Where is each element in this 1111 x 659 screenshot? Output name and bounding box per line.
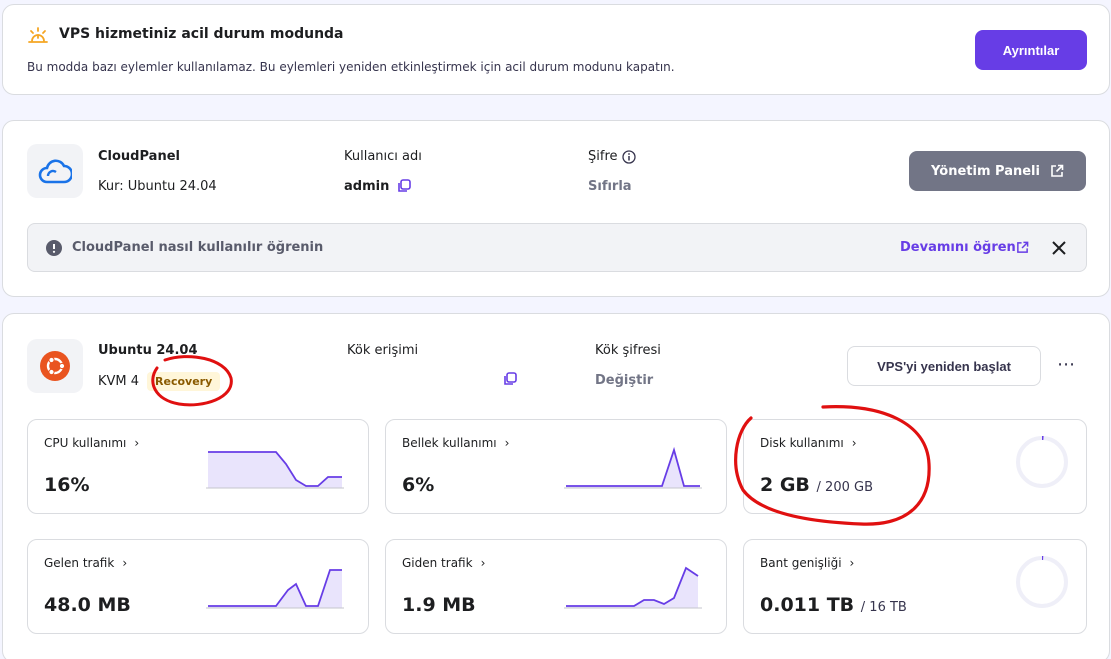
vps-plan: KVM 4 xyxy=(98,374,140,389)
reset-password-link[interactable]: Sıfırla xyxy=(588,179,632,194)
details-button[interactable]: Ayrıntılar xyxy=(975,30,1087,70)
username-label: Kullanıcı adı xyxy=(344,149,422,164)
cloudpanel-card: CloudPanel Kur: Ubuntu 24.04 Kullanıcı a… xyxy=(2,120,1110,297)
admin-panel-label: Yönetim Paneli xyxy=(931,163,1040,179)
cloudpanel-logo xyxy=(27,144,83,198)
bandwidth-ring xyxy=(1016,556,1068,608)
learn-more-link[interactable]: Devamını öğren xyxy=(900,240,1016,255)
root-access-label: Kök erişimi xyxy=(347,343,419,358)
memory-usage-card[interactable]: Bellek kullanımı › 6% xyxy=(385,419,727,514)
cloudpanel-info-bar: CloudPanel nasıl kullanılır öğrenin Deva… xyxy=(27,223,1087,272)
change-root-password-link[interactable]: Değiştir xyxy=(595,373,653,388)
info-icon[interactable] xyxy=(622,150,636,164)
red-annotation-disk xyxy=(734,405,931,526)
chevron-right-icon: › xyxy=(849,556,855,570)
warning-sun-icon xyxy=(28,27,48,43)
chevron-right-icon: › xyxy=(134,436,140,450)
bandwidth-label: Bant genişliği › xyxy=(760,556,855,570)
incoming-sparkline xyxy=(206,569,344,609)
root-copy-icon[interactable] xyxy=(503,372,517,386)
close-icon[interactable] xyxy=(1052,241,1066,255)
admin-panel-button[interactable]: Yönetim Paneli xyxy=(909,151,1086,191)
vps-card: Ubuntu 24.04 KVM 4 Recovery Kök erişimi … xyxy=(2,313,1110,659)
cpu-usage-value: 16% xyxy=(44,474,90,496)
cloud-icon xyxy=(38,159,72,184)
copy-icon[interactable] xyxy=(397,179,411,193)
outgoing-traffic-card[interactable]: Giden trafik › 1.9 MB xyxy=(385,539,727,634)
cloudpanel-install: Kur: Ubuntu 24.04 xyxy=(98,179,217,194)
learn-more-external-icon[interactable] xyxy=(1016,241,1029,254)
memory-sparkline xyxy=(564,446,702,489)
ubuntu-logo xyxy=(27,339,83,393)
restart-vps-button[interactable]: VPS'yi yeniden başlat xyxy=(847,346,1041,386)
disk-usage-ring xyxy=(1016,436,1068,488)
incoming-traffic-value: 48.0 MB xyxy=(44,594,131,616)
memory-usage-label: Bellek kullanımı › xyxy=(402,436,510,450)
root-password-label: Kök şifresi xyxy=(595,343,661,358)
cpu-usage-label: CPU kullanımı › xyxy=(44,436,140,450)
username-value: admin xyxy=(344,179,390,194)
alert-description: Bu modda bazı eylemler kullanılamaz. Bu … xyxy=(27,60,675,74)
alert-title: VPS hizmetiniz acil durum modunda xyxy=(59,26,344,42)
red-annotation-circle xyxy=(151,355,233,407)
ubuntu-icon xyxy=(40,351,70,381)
incoming-traffic-card[interactable]: Gelen trafik › 48.0 MB xyxy=(27,539,369,634)
password-label: Şifre xyxy=(588,149,618,164)
cpu-usage-card[interactable]: CPU kullanımı › 16% xyxy=(27,419,369,514)
chevron-right-icon: › xyxy=(504,436,510,450)
external-link-icon xyxy=(1051,164,1064,177)
chevron-right-icon: › xyxy=(122,556,128,570)
emergency-alert: VPS hizmetiniz acil durum modunda Bu mod… xyxy=(2,4,1110,95)
bandwidth-card[interactable]: Bant genişliği › 0.011 TB / 16 TB xyxy=(743,539,1087,634)
exclamation-icon xyxy=(46,240,62,256)
cloudpanel-name: CloudPanel xyxy=(98,149,180,164)
outgoing-traffic-label: Giden trafik › xyxy=(402,556,486,570)
more-options-icon[interactable]: ⋯ xyxy=(1057,354,1075,375)
info-text: CloudPanel nasıl kullanılır öğrenin xyxy=(72,240,324,255)
cpu-sparkline xyxy=(206,451,344,489)
incoming-traffic-label: Gelen trafik › xyxy=(44,556,128,570)
memory-usage-value: 6% xyxy=(402,474,435,496)
bandwidth-value: 0.011 TB / 16 TB xyxy=(760,594,907,616)
chevron-right-icon: › xyxy=(480,556,486,570)
outgoing-sparkline xyxy=(564,566,702,609)
outgoing-traffic-value: 1.9 MB xyxy=(402,594,476,616)
